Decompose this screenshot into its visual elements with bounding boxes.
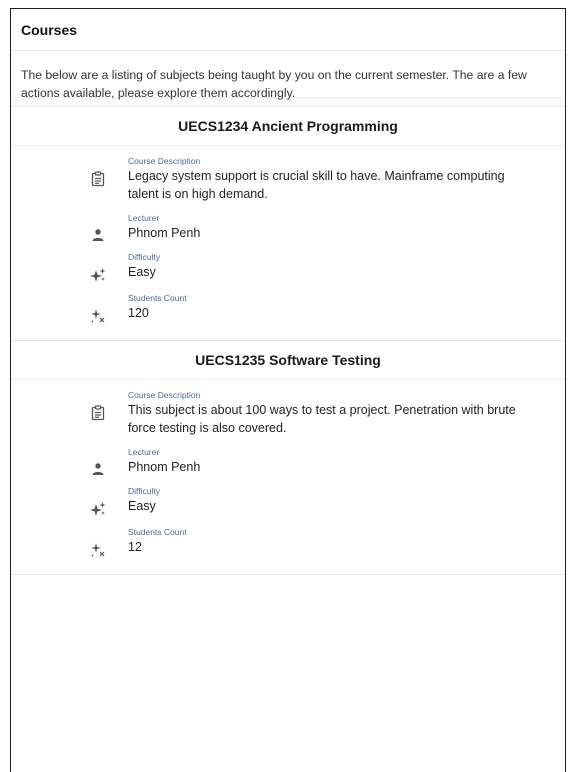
page-title: Courses — [11, 9, 565, 51]
clipboard-icon — [88, 156, 108, 187]
field-value: Easy — [128, 499, 156, 513]
field-value: This subject is about 100 ways to test a… — [128, 403, 516, 435]
field-value: Phnom Penh — [128, 226, 201, 240]
course-card: UECS1235 Software Testing Course Descrip… — [11, 341, 565, 575]
course-title: UECS1234 Ancient Programming — [11, 107, 565, 146]
courses-panel: Courses The below are a listing of subje… — [10, 8, 566, 772]
field-difficulty: Difficulty Easy — [11, 486, 565, 517]
field-label: Students Count — [128, 293, 187, 303]
field-value: 120 — [128, 306, 149, 320]
course-title: UECS1235 Software Testing — [11, 341, 565, 380]
field-label: Students Count — [128, 527, 187, 537]
field-lecturer: Lecturer Phnom Penh — [11, 213, 565, 242]
field-value: Phnom Penh — [128, 460, 201, 474]
field-students-count: Students Count 120 — [11, 293, 565, 324]
person-icon — [88, 447, 108, 476]
person-icon — [88, 213, 108, 242]
field-course-description: Course Description Legacy system support… — [11, 156, 565, 203]
intro-text: The below are a listing of subjects bein… — [11, 51, 565, 100]
field-students-count: Students Count 12 — [11, 527, 565, 558]
field-value: Legacy system support is crucial skill t… — [128, 169, 505, 201]
sparkle-x-icon — [88, 293, 108, 324]
sparkle-icon — [88, 252, 108, 283]
field-label: Lecturer — [128, 447, 160, 457]
field-label: Course Description — [128, 390, 201, 400]
field-label: Lecturer — [128, 213, 160, 223]
course-card: UECS1234 Ancient Programming Course Desc… — [11, 107, 565, 341]
field-label: Difficulty — [128, 252, 160, 262]
sparkle-icon — [88, 486, 108, 517]
sparkle-x-icon — [88, 527, 108, 558]
field-course-description: Course Description This subject is about… — [11, 390, 565, 437]
course-fields: Course Description Legacy system support… — [11, 146, 565, 340]
field-label: Course Description — [128, 156, 201, 166]
clipboard-icon — [88, 390, 108, 421]
field-difficulty: Difficulty Easy — [11, 252, 565, 283]
field-value: 12 — [128, 540, 142, 554]
field-lecturer: Lecturer Phnom Penh — [11, 447, 565, 476]
field-label: Difficulty — [128, 486, 160, 496]
course-fields: Course Description This subject is about… — [11, 380, 565, 574]
field-value: Easy — [128, 265, 156, 279]
